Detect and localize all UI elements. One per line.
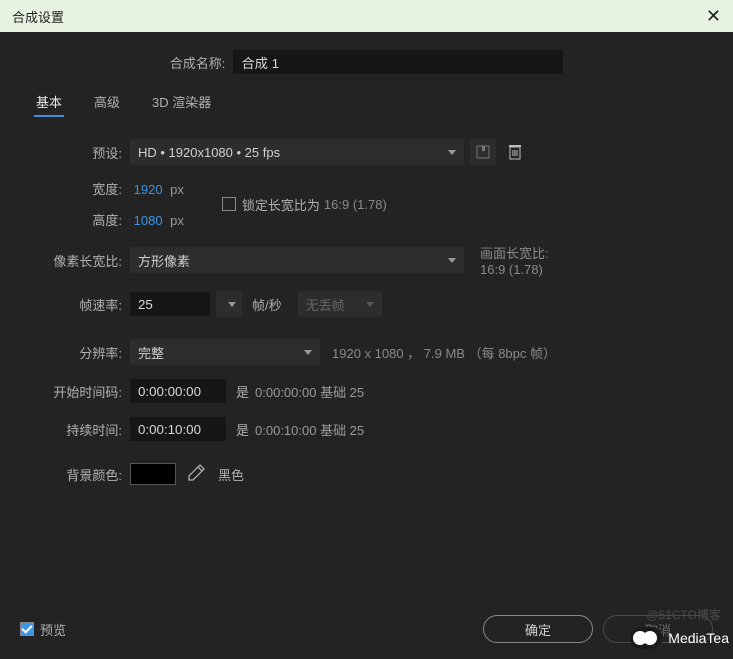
preview-checkbox[interactable] bbox=[20, 622, 34, 636]
trash-icon[interactable] bbox=[502, 139, 528, 165]
start-tc-base: 0:00:00:00 基础 25 bbox=[255, 382, 364, 401]
height-value[interactable]: 1080 bbox=[134, 213, 163, 228]
start-tc-input[interactable] bbox=[130, 379, 226, 403]
save-preset-icon[interactable] bbox=[470, 139, 496, 165]
preview-label: 预览 bbox=[40, 620, 66, 639]
resolution-value: 完整 bbox=[138, 343, 298, 362]
lock-aspect-ratio: 16:9 (1.78) bbox=[324, 197, 387, 212]
dialog-title: 合成设置 bbox=[12, 7, 64, 26]
height-label: 高度: bbox=[78, 210, 130, 229]
height-unit: px bbox=[170, 213, 184, 228]
dropframe-dropdown: 无丢帧 bbox=[298, 291, 382, 317]
chevron-down-icon bbox=[304, 350, 312, 355]
dropframe-value: 无丢帧 bbox=[306, 295, 360, 314]
preset-label: 预设: bbox=[78, 143, 130, 162]
comp-name-input[interactable] bbox=[233, 50, 563, 74]
pixel-aspect-dropdown[interactable]: 方形像素 bbox=[130, 247, 464, 273]
start-tc-is: 是 bbox=[236, 382, 249, 401]
chevron-down-icon bbox=[448, 258, 456, 263]
bgcolor-swatch[interactable] bbox=[130, 463, 176, 485]
comp-name-label: 合成名称: bbox=[170, 53, 234, 72]
duration-is: 是 bbox=[236, 420, 249, 439]
resolution-info: 1920 x 1080 ， 7.9 MB （每 8bpc 帧） bbox=[332, 343, 556, 362]
tab-advanced[interactable]: 高级 bbox=[92, 88, 122, 117]
width-unit: px bbox=[170, 182, 184, 197]
framerate-input[interactable] bbox=[130, 292, 210, 316]
ok-button[interactable]: 确定 bbox=[483, 615, 593, 643]
dialog-content: 合成名称: 基本 高级 3D 渲染器 预设: HD • 1920x1080 • … bbox=[0, 32, 733, 485]
frame-aspect-label: 画面长宽比: bbox=[480, 243, 549, 262]
dialog-footer: 预览 确定 取消 bbox=[0, 599, 733, 659]
pixel-aspect-label: 像素长宽比: bbox=[30, 251, 130, 270]
preset-dropdown[interactable]: HD • 1920x1080 • 25 fps bbox=[130, 139, 464, 165]
framerate-label: 帧速率: bbox=[30, 295, 130, 314]
frame-aspect-block: 画面长宽比: 16:9 (1.78) bbox=[480, 243, 549, 277]
framerate-unit: 帧/秒 bbox=[252, 295, 282, 314]
tab-basic[interactable]: 基本 bbox=[34, 88, 64, 117]
tabs: 基本 高级 3D 渲染器 bbox=[34, 88, 703, 131]
width-label: 宽度: bbox=[78, 179, 130, 198]
tab-renderer[interactable]: 3D 渲染器 bbox=[150, 88, 213, 117]
bgcolor-label: 背景颜色: bbox=[30, 465, 130, 484]
frame-aspect-value: 16:9 (1.78) bbox=[480, 262, 549, 277]
cancel-button[interactable]: 取消 bbox=[603, 615, 713, 643]
close-icon[interactable]: ✕ bbox=[706, 6, 721, 27]
width-value[interactable]: 1920 bbox=[134, 182, 163, 197]
lock-aspect-label: 锁定长宽比为 bbox=[242, 195, 320, 214]
chevron-down-icon bbox=[228, 302, 236, 307]
preset-value: HD • 1920x1080 • 25 fps bbox=[138, 145, 442, 160]
resolution-label: 分辨率: bbox=[30, 343, 130, 362]
start-tc-label: 开始时间码: bbox=[30, 382, 130, 401]
lock-aspect-checkbox[interactable] bbox=[222, 197, 236, 211]
duration-label: 持续时间: bbox=[30, 420, 130, 439]
duration-base: 0:00:10:00 基础 25 bbox=[255, 420, 364, 439]
eyedropper-icon[interactable] bbox=[186, 463, 208, 485]
titlebar: 合成设置 ✕ bbox=[0, 0, 733, 32]
pixel-aspect-value: 方形像素 bbox=[138, 251, 442, 270]
resolution-dropdown[interactable]: 完整 bbox=[130, 339, 320, 365]
framerate-dropdown[interactable] bbox=[216, 291, 242, 317]
chevron-down-icon bbox=[448, 150, 456, 155]
chevron-down-icon bbox=[366, 302, 374, 307]
bgcolor-name: 黑色 bbox=[218, 465, 244, 484]
duration-input[interactable] bbox=[130, 417, 226, 441]
